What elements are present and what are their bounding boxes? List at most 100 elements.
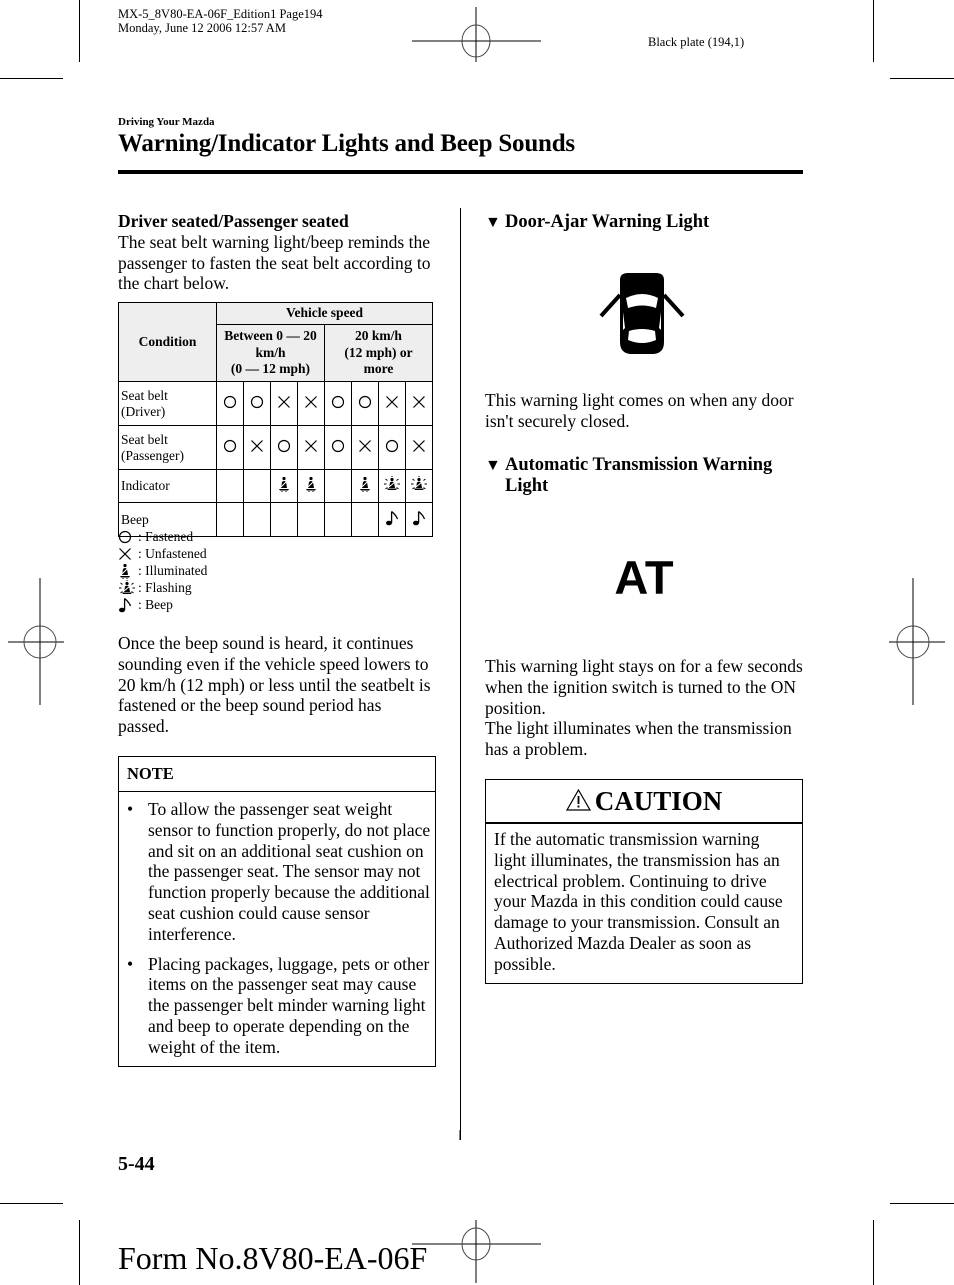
unfastened-symbol-cell bbox=[378, 381, 406, 426]
row-label: Indicator bbox=[118, 469, 217, 503]
page-number: 5-44 bbox=[118, 1153, 155, 1175]
row-label-line: Seat belt bbox=[121, 431, 168, 447]
row-label: Seat belt (Driver) bbox=[118, 381, 217, 426]
flashing-symbol-cell bbox=[405, 469, 433, 503]
at-warning-heading-text: Automatic Transmission Warning Light bbox=[505, 455, 773, 496]
note-bullet: • To allow the passenger seat weight sen… bbox=[119, 799, 435, 945]
table-header-row: Condition Vehicle speed bbox=[118, 301, 433, 382]
row-label: Seat belt (Passenger) bbox=[118, 425, 217, 470]
flashing-symbol-cell bbox=[378, 469, 406, 503]
row-label-line: (Passenger) bbox=[121, 447, 184, 463]
speed-high-header: 20 km/h (12 mph) or more bbox=[324, 324, 433, 382]
illuminated-icon bbox=[277, 476, 291, 492]
speed-low-header: Between 0 — 20 km/h (0 — 12 mph) bbox=[216, 324, 325, 382]
unfastened-symbol-cell bbox=[405, 425, 433, 470]
legend-item: : Fastened bbox=[118, 528, 207, 545]
table-row: Seat belt (Passenger) bbox=[118, 425, 433, 470]
section-triangle-icon: ▼ bbox=[485, 214, 501, 231]
unfastened-icon bbox=[118, 545, 138, 562]
row-label-line: Indicator bbox=[121, 478, 170, 493]
note-bullet-text: Placing packages, luggage, pets or other… bbox=[148, 953, 430, 1057]
illuminated-icon bbox=[118, 562, 138, 579]
vehicle-speed-header: Vehicle speed bbox=[216, 301, 433, 326]
beep-symbol-cell bbox=[378, 502, 406, 537]
legend-label: : Unfastened bbox=[138, 546, 207, 561]
after-table-text: Once the beep sound is heard, it continu… bbox=[118, 633, 431, 737]
fastened-symbol-cell bbox=[324, 381, 352, 426]
table-row: Seat belt (Driver) bbox=[118, 381, 433, 426]
note-bullet: • Placing packages, luggage, pets or oth… bbox=[119, 954, 435, 1058]
illuminated-icon bbox=[358, 476, 372, 492]
fastened-symbol-cell bbox=[378, 425, 406, 470]
caution-box: CAUTION If the automatic transmission wa… bbox=[485, 779, 803, 984]
registration-target-left bbox=[8, 578, 64, 705]
unfastened-symbol-cell bbox=[297, 425, 325, 470]
speed-low-line: (0 — 12 mph) bbox=[230, 361, 311, 377]
seatbelt-table: Condition Vehicle speed Between 0 — 20 k… bbox=[118, 301, 433, 537]
beep-icon bbox=[118, 596, 138, 613]
legend-label: : Illuminated bbox=[138, 563, 208, 578]
note-title: NOTE bbox=[119, 757, 435, 792]
door-ajar-text: This warning light comes on when any doo… bbox=[485, 390, 794, 431]
section-label: Driving Your Mazda bbox=[118, 116, 215, 128]
fastened-symbol-cell bbox=[324, 425, 352, 470]
empty-cell bbox=[216, 502, 244, 537]
fastened-icon bbox=[385, 439, 399, 453]
door-ajar-heading: ▼ Door-Ajar Warning Light bbox=[485, 212, 805, 233]
unfastened-icon bbox=[412, 439, 426, 453]
intro-text: The seat belt warning light/beep reminds… bbox=[118, 231, 431, 294]
unfastened-icon bbox=[385, 395, 399, 409]
empty-cell bbox=[243, 502, 271, 537]
unfastened-symbol-cell bbox=[405, 381, 433, 426]
unfastened-symbol-cell bbox=[270, 381, 298, 426]
empty-cell bbox=[216, 469, 244, 503]
caution-text: If the automatic transmission warning li… bbox=[494, 829, 783, 974]
fastened-icon bbox=[223, 439, 237, 453]
section-triangle-icon: ▼ bbox=[485, 457, 501, 474]
unfastened-icon bbox=[277, 395, 291, 409]
empty-cell bbox=[297, 502, 325, 537]
caution-header: CAUTION bbox=[486, 780, 802, 824]
empty-cell bbox=[270, 502, 298, 537]
registration-target-bottom bbox=[412, 1220, 541, 1283]
beep-icon bbox=[412, 510, 426, 526]
registration-target-right bbox=[889, 578, 945, 705]
unfastened-icon bbox=[412, 395, 426, 409]
unfastened-symbol-cell bbox=[351, 425, 379, 470]
fastened-icon bbox=[331, 395, 345, 409]
bullet-icon: • bbox=[127, 799, 134, 819]
speed-low-line: Between 0 — 20 bbox=[224, 328, 317, 344]
at-warning-heading: ▼ Automatic Transmission Warning Light bbox=[485, 455, 805, 497]
plate-label: Black plate (194,1) bbox=[648, 35, 745, 49]
intro-block: Driver seated/Passenger seated The seat … bbox=[118, 211, 436, 294]
table-body: Seat belt (Driver) Seat belt (Passenger) Ind… bbox=[118, 381, 433, 537]
at-warning-text-1: This warning light stays on for a few se… bbox=[485, 656, 803, 718]
beep-icon bbox=[385, 510, 399, 526]
speed-high-line: (12 mph) or bbox=[344, 344, 413, 360]
print-job-line: MX-5_8V80-EA-06F_Edition1 Page194 bbox=[118, 7, 323, 21]
empty-cell bbox=[324, 502, 352, 537]
legend-item: : Flashing bbox=[118, 579, 207, 596]
warning-triangle-icon bbox=[565, 788, 591, 811]
title-rule bbox=[118, 170, 803, 174]
fastened-icon bbox=[358, 395, 372, 409]
empty-cell bbox=[324, 469, 352, 503]
at-warning-text-2: The light illuminates when the transmiss… bbox=[485, 718, 792, 760]
fastened-symbol-cell bbox=[351, 381, 379, 426]
note-list: • To allow the passenger seat weight sen… bbox=[119, 792, 435, 1058]
beep-symbol-cell bbox=[405, 502, 433, 537]
row-label-line: Seat belt bbox=[121, 387, 168, 403]
door-ajar-heading-text: Door-Ajar Warning Light bbox=[505, 212, 710, 232]
legend-label: : Fastened bbox=[138, 529, 194, 544]
column-divider bbox=[460, 208, 461, 1140]
flashing-icon bbox=[118, 579, 138, 596]
fastened-symbol-cell bbox=[270, 425, 298, 470]
illuminated-symbol-cell bbox=[297, 469, 325, 503]
flashing-icon bbox=[410, 476, 428, 492]
subheading-seated: Driver seated/Passenger seated bbox=[118, 211, 349, 231]
print-job-info: MX-5_8V80-EA-06F_Edition1 Page194 Monday… bbox=[118, 7, 323, 35]
at-warning-text: This warning light stays on for a few se… bbox=[485, 656, 805, 760]
unfastened-icon bbox=[250, 439, 264, 453]
unfastened-icon bbox=[358, 439, 372, 453]
row-label-line: Beep bbox=[121, 511, 149, 527]
